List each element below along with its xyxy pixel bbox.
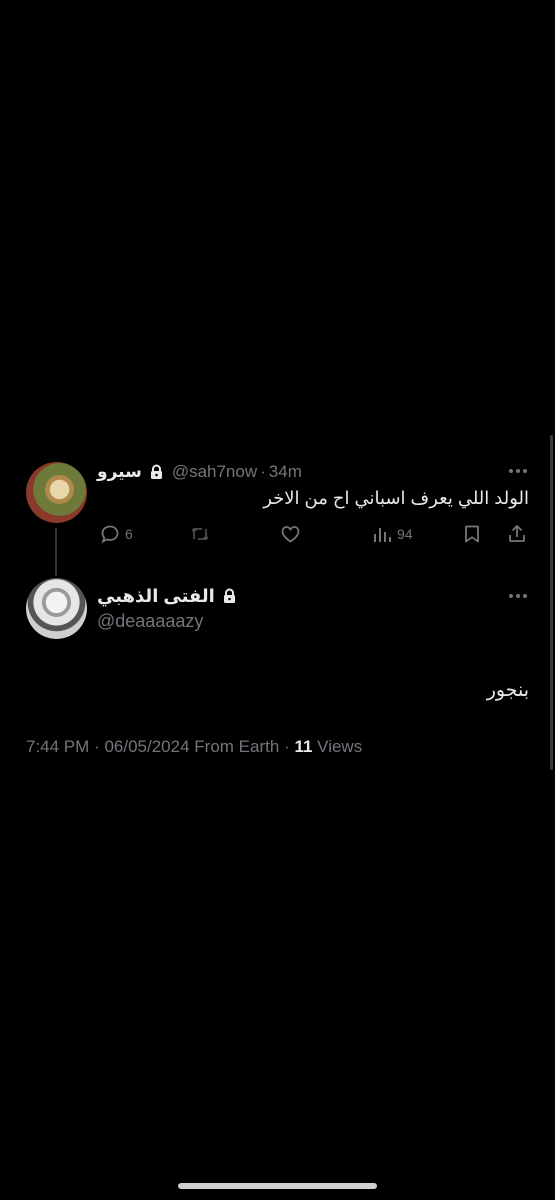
reply-count: 6 (125, 526, 133, 542)
tweet-handle[interactable]: @deaaaaazy (97, 611, 203, 632)
tweet-time[interactable]: 7:44 PM (26, 737, 89, 756)
tweet-source: From Earth (194, 737, 280, 756)
bar-chart-icon (372, 524, 392, 544)
tweet-date[interactable]: 06/05/2024 (104, 737, 189, 756)
views-count: 11 (294, 737, 313, 756)
reply-to-avatar[interactable] (26, 462, 87, 523)
view-count: 94 (397, 526, 413, 542)
lock-icon (222, 588, 237, 604)
reply-action[interactable]: 6 (100, 524, 133, 544)
more-dots-icon[interactable] (508, 468, 528, 474)
heart-icon[interactable] (280, 524, 301, 544)
lock-icon (149, 464, 164, 480)
reply-bubble-icon (100, 524, 120, 544)
more-dots-icon[interactable] (508, 593, 528, 599)
views-label: Views (317, 737, 363, 756)
reply-to-display-name[interactable]: سيرو (97, 462, 142, 482)
scrollbar[interactable] (550, 435, 553, 770)
tweet-avatar[interactable] (26, 578, 87, 639)
separator: · (260, 462, 266, 481)
reply-to-header: سيرو @sah7now · 34m (97, 460, 302, 484)
home-indicator[interactable] (178, 1183, 377, 1189)
retweet-icon[interactable] (189, 524, 211, 544)
meta-dot: · (284, 737, 290, 756)
reply-to-time[interactable]: 34m (269, 462, 302, 482)
bookmark-icon[interactable] (463, 524, 481, 544)
share-upload-icon[interactable] (507, 523, 527, 544)
thread-line (55, 528, 57, 576)
tweet-meta: 7:44 PM · 06/05/2024 From Earth · 11 Vie… (26, 737, 362, 757)
views-action[interactable]: 94 (372, 524, 413, 544)
tweet-author-row: الفتى الذهبي (97, 584, 237, 608)
meta-dot: · (94, 737, 100, 756)
tweet-text: بنجور (486, 680, 529, 701)
reply-to-text: الولد اللي يعرف اسباني اح من الاخر (263, 488, 529, 508)
reply-to-handle[interactable]: @sah7now (172, 462, 257, 482)
tweet-display-name[interactable]: الفتى الذهبي (97, 586, 215, 607)
